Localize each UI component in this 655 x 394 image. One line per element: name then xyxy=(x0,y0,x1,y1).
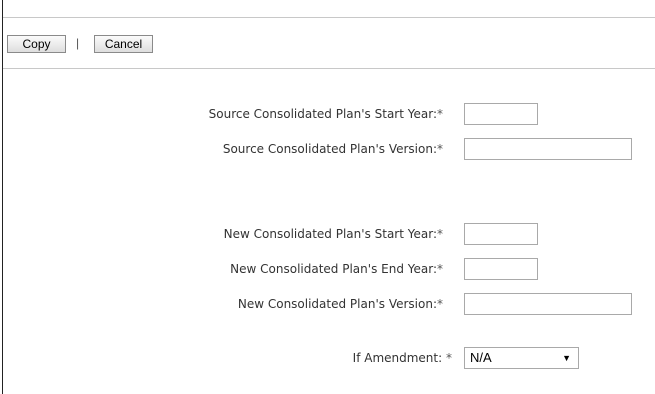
new-start-year-label: New Consolidated Plan's Start Year:* xyxy=(224,226,443,242)
new-version-input[interactable] xyxy=(464,293,632,315)
required-marker: * xyxy=(446,351,452,365)
new-end-year-label-text: New Consolidated Plan's End Year: xyxy=(230,262,437,276)
source-start-year-label: Source Consolidated Plan's Start Year:* xyxy=(209,106,443,122)
source-version-label-text: Source Consolidated Plan's Version: xyxy=(222,142,437,156)
new-start-year-label-text: New Consolidated Plan's Start Year: xyxy=(223,227,437,241)
cancel-button[interactable]: Cancel xyxy=(94,35,153,53)
amendment-label: If Amendment: * xyxy=(353,350,452,366)
chevron-down-icon: ▼ xyxy=(562,353,571,363)
page-frame-border xyxy=(2,0,3,394)
required-marker: * xyxy=(437,227,443,241)
amendment-label-text: If Amendment: xyxy=(352,351,443,365)
source-start-year-input[interactable] xyxy=(464,103,538,125)
new-version-label-text: New Consolidated Plan's Version: xyxy=(237,297,437,311)
toolbar-bottom-divider xyxy=(3,68,655,69)
toolbar-separator: | xyxy=(76,36,80,50)
required-marker: * xyxy=(437,262,443,276)
source-start-year-label-text: Source Consolidated Plan's Start Year: xyxy=(208,107,437,121)
toolbar-top-divider xyxy=(3,17,655,18)
new-end-year-input[interactable] xyxy=(464,258,538,280)
required-marker: * xyxy=(437,142,443,156)
new-start-year-input[interactable] xyxy=(464,223,538,245)
source-version-input[interactable] xyxy=(464,138,632,160)
amendment-select[interactable]: N/A ▼ xyxy=(464,347,579,369)
new-version-label: New Consolidated Plan's Version:* xyxy=(238,296,443,312)
required-marker: * xyxy=(437,107,443,121)
new-end-year-label: New Consolidated Plan's End Year:* xyxy=(230,261,443,277)
source-version-label: Source Consolidated Plan's Version:* xyxy=(223,141,443,157)
amendment-selected-value: N/A xyxy=(470,350,492,365)
required-marker: * xyxy=(437,297,443,311)
copy-button[interactable]: Copy xyxy=(7,35,66,53)
